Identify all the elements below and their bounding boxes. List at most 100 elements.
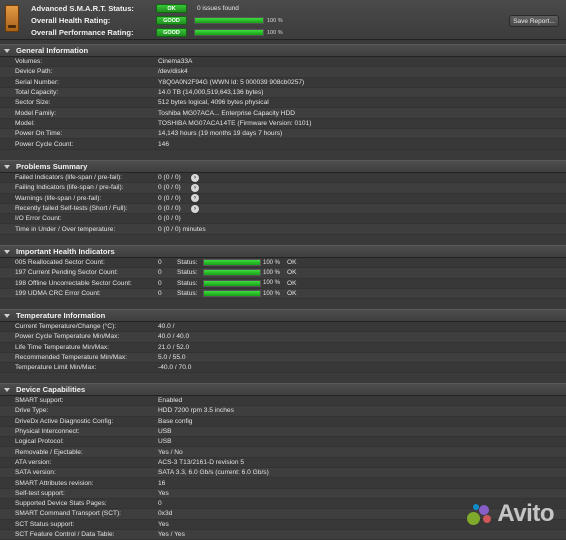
row-label: ATA version: [15, 458, 52, 466]
row-label: Logical Protocol: [15, 438, 64, 446]
row-label: Failed Indicators (life-span / pre-fail)… [15, 174, 123, 182]
row-label: Failing Indicators (life-span / pre-fail… [15, 184, 124, 192]
info-row: Recommended Temperature Min/Max: 5.0 / 55… [0, 352, 566, 364]
details-arrow-icon[interactable]: › [191, 183, 199, 192]
health-indicator-bar [203, 290, 261, 298]
disclosure-triangle-icon[interactable] [4, 164, 10, 169]
row-value: 0x3d [158, 510, 173, 518]
health-indicator-bar [203, 269, 261, 277]
section-title: General Information [16, 46, 89, 55]
general-information-header[interactable]: General Information [0, 44, 566, 57]
health-indicators-header[interactable]: Important Health Indicators [0, 245, 566, 258]
row-value: 21.0 / 52.0 [158, 343, 190, 351]
row-value: 0 [158, 259, 162, 267]
temperature-section: Temperature Information Current Temperat… [0, 309, 566, 374]
problem-row: Failed Indicators (life-span / pre-fail)… [0, 173, 566, 184]
health-indicator-ok: OK [287, 279, 297, 287]
health-indicator-percent: 100 % [263, 290, 281, 297]
problems-summary-section: Problems Summary Failed Indicators (life… [0, 160, 566, 235]
section-title: Device Capabilities [16, 385, 86, 394]
row-value: Enabled [158, 397, 183, 405]
row-value: HDD 7200 rpm 3.5 inches [158, 407, 234, 415]
health-rating-badge: GOOD [156, 16, 187, 25]
row-label: Recommended Temperature Min/Max: [15, 354, 128, 362]
row-value: 16 [158, 479, 166, 487]
info-row: Sector Size: 512 bytes logical, 4096 byte… [0, 98, 566, 109]
problems-summary-header[interactable]: Problems Summary [0, 160, 566, 173]
row-label: Model: [15, 119, 35, 127]
row-value: 0 [158, 500, 162, 508]
info-row: Temperature Limit Min/Max: -40.0 / 70.0 [0, 363, 566, 374]
health-indicator-percent: 100 % [263, 259, 281, 266]
general-information-section: General Information Volumes: Cinema33A Dev… [0, 44, 566, 150]
row-label: Recently failed Self-tests (Short / Full… [15, 205, 128, 213]
health-indicator-percent: 100 % [263, 280, 281, 287]
health-indicator-bar [203, 259, 261, 267]
row-value: 0 (0 / 0) [158, 184, 181, 192]
health-indicator-ok: OK [287, 290, 297, 298]
row-label: 005 Reallocated Sector Count: [15, 259, 105, 267]
info-row: Model: TOSHIBA MG07ACA14TE (Firmware Vers… [0, 119, 566, 130]
row-value: 14.0 TB (14,000,519,643,136 bytes) [158, 89, 264, 97]
health-indicator-bar [203, 279, 261, 287]
performance-rating-bar [194, 29, 264, 36]
info-row: Volumes: Cinema33A [0, 57, 566, 68]
row-label: Life Time Temperature Min/Max: [15, 343, 110, 351]
row-label: SATA version: [15, 469, 56, 477]
row-value: Yes / No [158, 448, 183, 456]
row-value: Y8Q0A0N2F94G (WWN Id: 5 000039 908cb0257… [158, 78, 305, 86]
row-value: USB [158, 428, 172, 436]
row-value: 0 (0 / 0) minutes [158, 225, 206, 233]
info-row: SCT Feature Control / Data Table: Yes / Y… [0, 529, 566, 540]
section-title: Problems Summary [16, 162, 88, 171]
row-label: SMART support: [15, 397, 64, 405]
info-row: Current Temperature/Change (°C): 40.0 / [0, 322, 566, 333]
row-value: SATA 3.3, 6.0 Gb/s (current: 6.0 Gb/s) [158, 469, 269, 477]
smart-status-label: Advanced S.M.A.R.T. Status: [31, 4, 134, 13]
row-label: Current Temperature/Change (°C): [15, 323, 117, 331]
row-value: Yes [158, 520, 169, 528]
info-row: SMART support: Enabled [0, 396, 566, 407]
info-row: Life Time Temperature Min/Max: 21.0 / 52.… [0, 343, 566, 353]
section-title: Temperature Information [16, 311, 106, 320]
details-arrow-icon[interactable]: › [191, 194, 199, 203]
details-arrow-icon[interactable]: › [191, 173, 199, 182]
avito-logo-icon [467, 503, 493, 525]
row-value: ACS-3 T13/2161-D revision 5 [158, 458, 245, 466]
disclosure-triangle-icon[interactable] [4, 387, 10, 392]
info-row: Device Path: /dev/disk4 [0, 67, 566, 78]
row-value: Toshiba MG07ACA... Enterprise Capacity H… [158, 109, 296, 117]
health-rating-bar [194, 17, 264, 24]
row-label: Serial Number: [15, 78, 59, 86]
problem-row: Time in Under / Over temperature: 0 (0 / … [0, 224, 566, 235]
disclosure-triangle-icon[interactable] [4, 48, 10, 53]
performance-rating-label: Overall Performance Rating: [31, 28, 134, 37]
row-value: Base config [158, 417, 193, 425]
health-indicator-row: 199 UDMA CRC Error Count: 0 Status: 100 % OK [0, 288, 566, 300]
row-value: 146 [158, 140, 170, 148]
temperature-header[interactable]: Temperature Information [0, 309, 566, 322]
status-label: Status: [177, 279, 198, 287]
device-capabilities-header[interactable]: Device Capabilities [0, 383, 566, 396]
status-header: Advanced S.M.A.R.T. Status: OK 0 issues … [0, 0, 566, 40]
save-report-button[interactable]: Save Report... [509, 15, 559, 27]
avito-watermark-text: Avito [497, 500, 554, 527]
info-row: SATA version: SATA 3.3, 6.0 Gb/s (current… [0, 468, 566, 479]
row-label: 197 Current Pending Sector Count: [15, 269, 118, 277]
row-value: /dev/disk4 [158, 68, 188, 76]
row-value: USB [158, 438, 172, 446]
row-value: 0 (0 / 0) [158, 194, 181, 202]
row-label: Self-test support: [15, 489, 65, 497]
disclosure-triangle-icon[interactable] [4, 313, 10, 318]
info-row: Logical Protocol: USB [0, 437, 566, 448]
external-drive-icon [5, 5, 19, 32]
row-label: I/O Error Count: [15, 215, 62, 223]
smart-status-row: Advanced S.M.A.R.T. Status: OK 0 issues … [31, 3, 431, 14]
health-rating-label: Overall Health Rating: [31, 16, 111, 25]
info-row: Power Cycle Temperature Min/Max: 40.0 / 4… [0, 332, 566, 343]
details-arrow-icon[interactable]: › [191, 204, 199, 213]
avito-watermark: Avito [467, 500, 554, 528]
disclosure-triangle-icon[interactable] [4, 249, 10, 254]
row-label: Warnings (life-span / pre-fail): [15, 194, 102, 202]
row-value: Cinema33A [158, 58, 193, 66]
